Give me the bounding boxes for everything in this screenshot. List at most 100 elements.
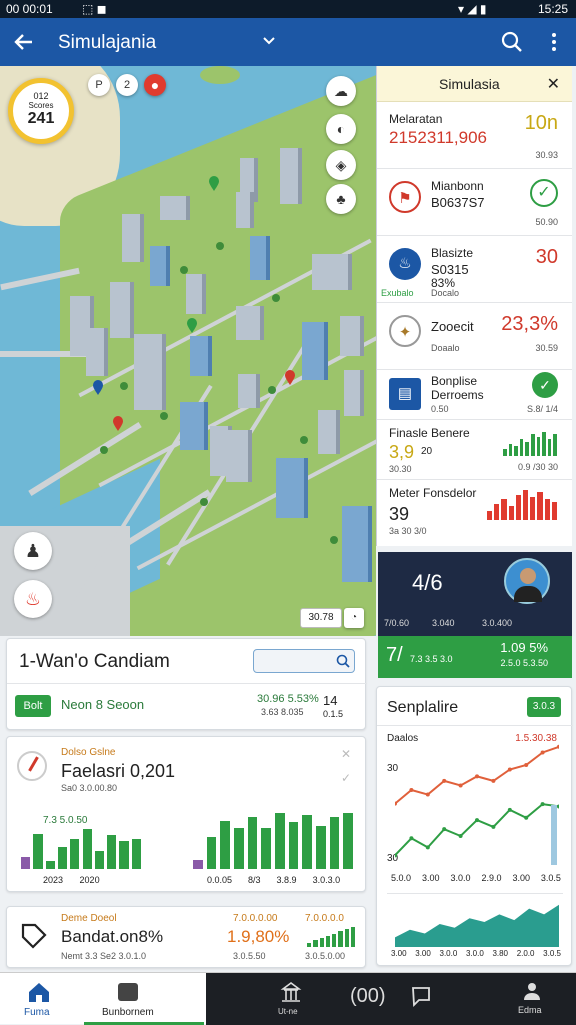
- bar: [33, 834, 43, 869]
- compass-icon[interactable]: ◔: [344, 608, 364, 628]
- axis-tick: 3.00: [512, 873, 530, 883]
- bar: [519, 439, 524, 456]
- dark-summary-card[interactable]: 4/6 7/0.60 3.040 3.0.400: [378, 552, 572, 636]
- avatar-shoulders: [514, 586, 542, 602]
- row-main-value: 39: [389, 504, 410, 524]
- side-panel-title: Simulasia: [439, 76, 500, 92]
- satellite-icon[interactable]: ◐: [326, 114, 356, 144]
- avatar-face: [520, 568, 536, 584]
- nav-label: Edma: [518, 1005, 542, 1015]
- person-icon[interactable]: ♟: [14, 532, 52, 570]
- runner-icon: ⚑: [389, 181, 421, 213]
- tree: [300, 436, 308, 444]
- status-badge[interactable]: Bolt: [15, 695, 51, 717]
- app-title[interactable]: Simulajania: [58, 32, 156, 54]
- trend-axis: 5.0.0 3.00 3.0.0 2.9.0 3.00 3.0.5: [391, 873, 561, 883]
- green-summary-card[interactable]: 7/ 7.3 3.5 3.0 1.09 5% 2.5.0 5.3.50: [378, 636, 572, 678]
- score-dial[interactable]: 012 Scores 241: [8, 78, 74, 144]
- bar: [494, 503, 500, 520]
- side-row-1[interactable]: Melaratan 2152311,906 10n 30.93: [377, 102, 572, 169]
- side-row-7[interactable]: Meter Fonsdelor 39 3a 30 3/0: [377, 480, 572, 540]
- bar: [530, 496, 536, 520]
- bar: [70, 839, 80, 869]
- metric-card[interactable]: Dolso Gslne Faelasri 0,201 Sa0 3.0.00.80…: [6, 736, 366, 892]
- traffic-icon[interactable]: ◈: [326, 150, 356, 180]
- row-sub-left: 30.30: [389, 464, 412, 474]
- trend-badge[interactable]: 3.0.3: [527, 697, 561, 717]
- row-sub: 30.59: [535, 343, 558, 353]
- dark-card-foot-left: 7/0.60: [384, 618, 410, 628]
- row-sub-left: Exubalo: [381, 288, 414, 298]
- dark-card-foot-mid: 3.040: [432, 618, 455, 628]
- city-map[interactable]: P 2 ● ☁ ◐ ◈ ♣ ♟ ♨ 30.78 ◔: [0, 66, 376, 636]
- search-icon[interactable]: [500, 30, 524, 54]
- axis-tick: 2.9.0: [481, 873, 502, 883]
- axis-tick: 3.00: [415, 949, 431, 958]
- close-icon[interactable]: ✕: [547, 74, 560, 94]
- map-pin-icon[interactable]: [186, 318, 198, 334]
- series-point: [458, 833, 463, 838]
- chat-icon[interactable]: [410, 985, 432, 1009]
- nav-center[interactable]: Bunbornem: [84, 973, 204, 1025]
- row-sub: 50.90: [535, 217, 558, 227]
- series-point: [491, 778, 496, 783]
- tree: [100, 446, 108, 454]
- side-row-3[interactable]: ♨ Blasizte S0315 83% Exubalo Docalo 30: [377, 236, 572, 303]
- area-fill: [395, 904, 559, 947]
- arrow-left-icon[interactable]: [12, 30, 36, 54]
- building: [122, 214, 144, 262]
- app-bar: Simulajania: [0, 18, 576, 66]
- trend-card[interactable]: Senplalire 3.0.3 Daalos 1.5.30.38 30 30 …: [376, 686, 573, 966]
- bar: [343, 813, 353, 869]
- bar: [107, 835, 117, 869]
- row-label: Melaratan: [389, 112, 443, 126]
- side-row-5[interactable]: ▤ Bonplise Derroems 0.50 ✓ S.8/ 1/4: [377, 370, 572, 420]
- bar: [515, 494, 521, 520]
- search-card-pct-sub: 3.63 8.035: [261, 707, 304, 717]
- side-row-2[interactable]: ⚑ Mianbonn B0637S7 ✓ 50.90: [377, 169, 572, 236]
- side-row-6[interactable]: Finasle Benere 3,9 20 30.30 0.9 /30 30: [377, 420, 572, 480]
- side-row-4[interactable]: ✦ Zooecit Doaalo 23,3% 30.59: [377, 303, 572, 370]
- alert-icon[interactable]: ●: [144, 74, 166, 96]
- nav-counter[interactable]: (00): [350, 985, 386, 1008]
- status-bar: 00 00:01 ⬚ ◼ ▾ ◢ ▮ 15:25: [0, 0, 576, 18]
- search-icon[interactable]: [336, 654, 350, 668]
- nav-landmark[interactable]: Ut-ne: [276, 979, 306, 1019]
- nav-settings[interactable]: Edma: [512, 979, 552, 1019]
- bar: [206, 836, 217, 869]
- row-label: Blasizte: [431, 246, 474, 260]
- row-main-value: 3,9: [389, 442, 415, 462]
- more-vertical-icon[interactable]: [550, 30, 558, 54]
- bottom-title: Bandat.on8%: [61, 927, 164, 946]
- tree: [272, 294, 280, 302]
- divider: [377, 725, 573, 726]
- tree: [216, 242, 224, 250]
- row-value: 10n: [524, 112, 558, 134]
- map-chip-p[interactable]: P: [88, 74, 110, 96]
- series-point: [409, 836, 414, 841]
- avatar[interactable]: [504, 558, 550, 604]
- map-pin-icon[interactable]: [208, 176, 220, 192]
- map-chip-layers[interactable]: 2: [116, 74, 138, 96]
- building: [250, 236, 270, 280]
- bar: [338, 931, 343, 947]
- building: [312, 254, 352, 290]
- tree-icon[interactable]: ♣: [326, 184, 356, 214]
- nav-home[interactable]: Fuma: [0, 973, 82, 1025]
- left-axis: 2023 2020: [43, 875, 143, 885]
- check-icon[interactable]: ✓: [341, 771, 351, 785]
- close-icon[interactable]: ✕: [341, 747, 351, 761]
- tag-icon: [21, 923, 47, 949]
- search-input[interactable]: [253, 649, 355, 673]
- series-point: [442, 778, 447, 783]
- weather-icon[interactable]: ☁: [326, 76, 356, 106]
- bottom-stats-card[interactable]: Deme Doeol Bandat.on8% Nemt 3.3 Se2 3.0.…: [6, 906, 366, 968]
- bar: [57, 847, 68, 869]
- building: [236, 192, 254, 228]
- map-pin-icon[interactable]: [112, 416, 124, 432]
- map-pin-icon[interactable]: [284, 370, 296, 386]
- fire-icon[interactable]: ♨: [14, 580, 52, 618]
- dial-value: 241: [27, 110, 55, 127]
- map-pin-icon[interactable]: [92, 380, 104, 396]
- chevron-down-icon[interactable]: [262, 36, 276, 46]
